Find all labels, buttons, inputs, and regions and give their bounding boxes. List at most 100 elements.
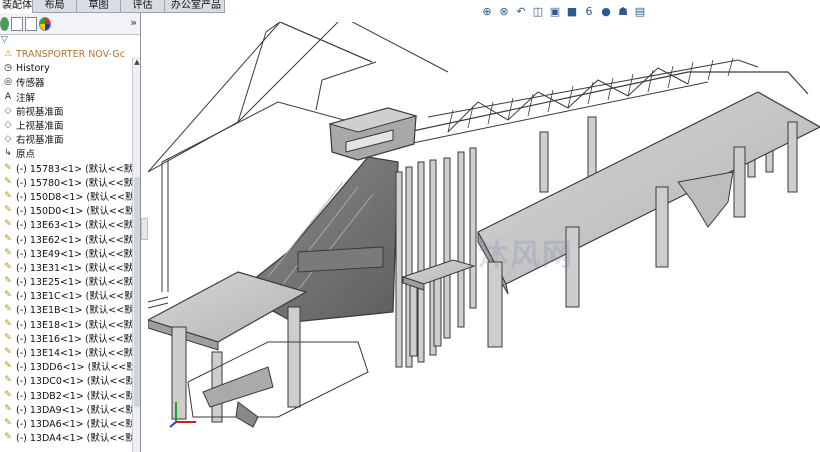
part-icon: ✎ (4, 205, 12, 216)
tree-item-label: (-) 13E63<1> (默认<<默 (16, 220, 134, 232)
tree-item-label: (-) 150D0<1> (默认<<默 (16, 206, 135, 218)
edit-appearance-icon[interactable]: ● (599, 5, 613, 18)
tree-item[interactable]: ✎ (-) 13DB2<1> (默认<<默 (0, 388, 140, 402)
part-icon: ✎ (4, 176, 12, 187)
tree-item[interactable]: ✎ (-) 13E62<1> (默认<<默 (0, 231, 140, 246)
tree-item-label: (-) 13DA9<1> (默认<<默 (16, 404, 135, 416)
coordinate-triad-icon (169, 402, 196, 428)
tree-item-label: 传感器 (16, 78, 45, 90)
tab-3[interactable]: 评估 (121, 0, 165, 13)
part-icon: ✎ (4, 347, 12, 358)
filter-icon[interactable]: ▽ (0, 35, 140, 47)
tree-item[interactable]: ✎ (-) 13E49<1> (默认<<默 (0, 246, 140, 260)
tree-item-label: 上视基准面 (16, 121, 64, 133)
part-icon: ✎ (4, 290, 12, 301)
tree-item[interactable]: ◇ 前视基准面 (0, 104, 140, 118)
section-view-icon[interactable]: ◫ (531, 5, 545, 18)
zoom-to-fit-icon[interactable]: ⊕ (480, 5, 494, 18)
part-icon: ✎ (4, 261, 12, 272)
tree-item[interactable]: ✎ (-) 13E1C<1> (默认<<默 (0, 288, 140, 302)
tree-item-label: (-) 13DB2<1> (默认<<默 (16, 390, 135, 402)
tree-item[interactable]: ◇ 右视基准面 (0, 132, 140, 146)
tree-item-label: (-) 13DD6<1> (默认<<默 (16, 362, 136, 374)
tree-item-label: (-) 13E1C<1> (默认<<默 (16, 291, 134, 303)
panel-splitter-handle[interactable] (141, 218, 148, 240)
tree-item[interactable]: ✎ (-) 15783<1> (默认<<默 (0, 161, 140, 175)
view-orientation-icon[interactable]: ▣ (548, 5, 562, 18)
tree-item-label: (-) 15783<1> (默认<<默 (16, 163, 134, 175)
tree-item[interactable]: ✎ (-) 13E25<1> (默认<<默 (0, 274, 140, 288)
part-icon: ✎ (4, 190, 12, 201)
zoom-area-icon[interactable]: ⊗ (497, 5, 511, 18)
heads-up-view-toolbar: ⊕ ⊗ ↶ ◫ ▣ ■ 6 ● ☗ ▤ (480, 2, 647, 20)
tree-item[interactable]: ◎ 传感器 (0, 75, 140, 89)
tree-item[interactable]: ✎ (-) 150D0<1> (默认<<默 (0, 203, 140, 217)
tree-item[interactable]: ✎ (-) 13E63<1> (默认<<默 (0, 217, 140, 231)
feature-manager-tab-icon[interactable] (0, 16, 9, 31)
display-style-icon[interactable]: ■ (565, 5, 579, 18)
tree-item-label: History (16, 62, 50, 74)
part-icon: ✎ (4, 403, 12, 414)
part-icon: ✎ (4, 361, 12, 372)
tab-1[interactable]: 布局 (33, 0, 77, 13)
configuration-manager-tab-icon[interactable] (25, 16, 37, 31)
apply-scene-icon[interactable]: ☗ (616, 5, 630, 18)
tree-item-label: (-) 13E49<1> (默认<<默 (16, 248, 134, 260)
scrollbar-thumb[interactable] (134, 177, 140, 407)
tree-item[interactable]: ✎ (-) 13E1B<1> (默认<<默 (0, 302, 140, 316)
tree-item-label: (-) 13DA6<1> (默认<<默 (16, 418, 135, 430)
graphics-area[interactable]: 沐风网 (146, 16, 820, 452)
tree-item[interactable]: ✎ (-) 13DA6<1> (默认<<默 (0, 416, 140, 430)
tree-item[interactable]: ✎ (-) 13DC0<1> (默认<<默 (0, 373, 140, 387)
part-icon: ✎ (4, 219, 12, 230)
part-icon: ✎ (4, 276, 12, 287)
tab-0[interactable]: 装配体 (0, 0, 33, 13)
tree-item-label: (-) 13E18<1> (默认<<默 (16, 319, 134, 331)
part-icon: ✎ (4, 162, 12, 173)
tab-2[interactable]: 草图 (77, 0, 121, 13)
tree-item-label: (-) 13E1B<1> (默认<<默 (16, 305, 134, 317)
tree-item[interactable]: ✎ (-) 13DA9<1> (默认<<默 (0, 402, 140, 416)
property-manager-tab-icon[interactable] (11, 16, 23, 31)
tree-item[interactable]: A 注解 (0, 90, 140, 104)
tree-item[interactable]: ◇ 上视基准面 (0, 118, 140, 132)
tree-item[interactable]: ⚠ TRANSPORTER NOV-Gc (0, 47, 140, 61)
assembly-warning-icon: ⚠ (3, 49, 13, 60)
feature-manager-toolbar: » (0, 13, 140, 35)
tree-item[interactable]: ✎ (-) 13E14<1> (默认<<默 (0, 345, 140, 359)
part-icon: ✎ (4, 332, 12, 343)
part-icon: ✎ (4, 432, 12, 443)
tree-item-label: (-) 13E14<1> (默认<<默 (16, 348, 134, 360)
plane-icon: ◇ (4, 105, 12, 116)
tree-item[interactable]: ✎ (-) 150D8<1> (默认<<默 (0, 189, 140, 203)
plane-icon: ◇ (4, 120, 12, 131)
tree-item-label: (-) 13E16<1> (默认<<默 (16, 333, 134, 345)
tree-item[interactable]: ✎ (-) 13E16<1> (默认<<默 (0, 331, 140, 345)
tree-item[interactable]: ✎ (-) 15780<1> (默认<<默 (0, 175, 140, 189)
part-icon: ✎ (4, 233, 12, 244)
part-icon: ✎ (4, 304, 12, 315)
hide-show-icon[interactable]: 6 (582, 5, 596, 18)
tree-item-label: (-) 13DC0<1> (默认<<默 (16, 376, 136, 388)
tab-4[interactable]: 办公室产品 (165, 0, 225, 13)
tree-item[interactable]: ✎ (-) 13E18<1> (默认<<默 (0, 317, 140, 331)
tree-item-label: 注解 (16, 92, 36, 104)
feature-manager-panel: » ▽ ⚠ TRANSPORTER NOV-Gc ◷ History ◎ 传感器 A 注解 ◇ 前… (0, 13, 141, 452)
part-icon: ✎ (4, 389, 12, 400)
tree-item-label: 右视基准面 (16, 135, 64, 147)
tree-item[interactable]: ✎ (-) 13DA4<1> (默认<<默 (0, 430, 140, 444)
tree-item[interactable]: ↳ 原点 (0, 146, 140, 160)
tree-item[interactable]: ✎ (-) 13DD6<1> (默认<<默 (0, 359, 140, 373)
scroll-up-arrow-icon[interactable]: ▲ (133, 57, 140, 67)
tree-item[interactable]: ✎ (-) 13E31<1> (默认<<默 (0, 260, 140, 274)
more-tabs-button[interactable]: » (130, 16, 137, 29)
view-settings-icon[interactable]: ▤ (633, 5, 647, 18)
tree-scrollbar[interactable]: ▲ (132, 57, 140, 452)
part-icon: ✎ (4, 417, 12, 428)
tree-item[interactable]: ◷ History (0, 61, 140, 75)
tree-item-label: 原点 (16, 149, 36, 161)
tree-item-label: (-) 13DA4<1> (默认<<默 (16, 433, 135, 445)
previous-view-icon[interactable]: ↶ (514, 5, 528, 18)
annotation-icon: A (4, 91, 12, 102)
display-manager-tab-icon[interactable] (39, 16, 51, 31)
